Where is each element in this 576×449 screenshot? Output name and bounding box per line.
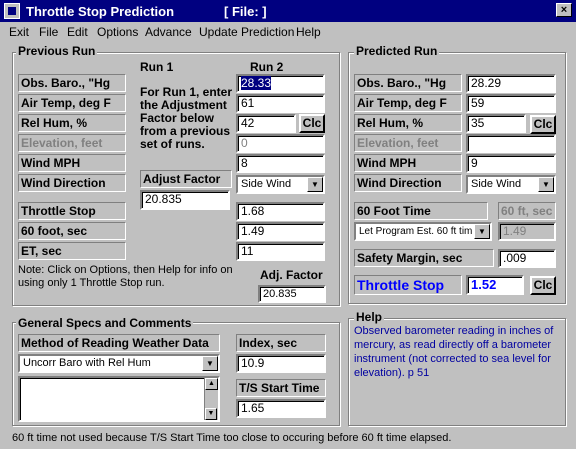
safety-margin-input[interactable]: .009: [498, 249, 556, 268]
comments-scrollbar[interactable]: ▲ ▼: [204, 378, 218, 420]
window-title: Throttle Stop Prediction: [26, 4, 175, 19]
run2-baro-value: 28.33: [241, 76, 272, 90]
run2-elevation-input[interactable]: 0: [236, 134, 325, 153]
pred-wind-direction-value: Side Wind: [471, 178, 522, 190]
menu-exit[interactable]: Exit: [9, 25, 29, 39]
pred-elevation-label: Elevation, feet: [354, 134, 462, 152]
method-value: Uncorr Baro with Rel Hum: [23, 357, 151, 369]
index-input[interactable]: 10.9: [236, 354, 326, 373]
pred-baro-label: Obs. Baro., "Hg: [354, 74, 462, 92]
prev-throttle-stop-label: Throttle Stop: [18, 202, 126, 220]
menu-bar: Exit File Edit Options Advance Update Pr…: [0, 22, 576, 42]
pred-baro-input[interactable]: 28.29: [466, 74, 556, 93]
prev-elevation-label: Elevation, feet: [18, 134, 126, 152]
sixty-ft-sec-input[interactable]: 1.49: [498, 222, 556, 241]
pred-wind-direction-label: Wind Direction: [354, 174, 462, 192]
prev-baro-label: Obs. Baro., "Hg: [18, 74, 126, 92]
menu-edit[interactable]: Edit: [67, 25, 88, 39]
ts-start-input[interactable]: 1.65: [236, 399, 326, 418]
run2-throttle-stop-input[interactable]: 1.68: [236, 202, 325, 221]
prev-wind-direction-label: Wind Direction: [18, 174, 126, 192]
status-text: 60 ft time not used because T/S Start Ti…: [12, 432, 452, 444]
method-label: Method of Reading Weather Data: [18, 334, 220, 352]
chevron-down-icon[interactable]: ▼: [474, 224, 490, 239]
menu-advance[interactable]: Advance: [145, 25, 192, 39]
menu-options[interactable]: Options: [97, 25, 138, 39]
help-title: Help: [354, 310, 385, 324]
run2-wind-mph-input[interactable]: 8: [236, 154, 325, 173]
help-text: Observed barometer reading in inches of …: [354, 325, 554, 379]
pred-wind-mph-input[interactable]: 9: [466, 154, 556, 173]
pred-wind-direction-select[interactable]: Side Wind ▼: [466, 175, 556, 194]
run2-et-input[interactable]: 11: [236, 242, 325, 261]
comments-textarea[interactable]: ▲ ▼: [18, 376, 220, 422]
method-select[interactable]: Uncorr Baro with Rel Hum ▼: [18, 354, 220, 373]
adj-factor-label: Adj. Factor: [260, 268, 323, 282]
menu-update-prediction[interactable]: Update Prediction: [199, 25, 294, 39]
close-button[interactable]: ×: [556, 3, 572, 17]
sixty-foot-mode-select[interactable]: Let Program Est. 60 ft tim ▼: [354, 222, 492, 241]
previous-run-note: Note: Click on Options, then Help for in…: [18, 264, 233, 289]
menu-help[interactable]: Help: [296, 25, 321, 39]
menu-file[interactable]: File: [39, 25, 58, 39]
adjust-factor-label: Adjust Factor: [140, 170, 232, 188]
pred-throttle-stop-output[interactable]: 1.52: [466, 275, 524, 295]
previous-run-title: Previous Run: [16, 44, 98, 58]
run2-wind-direction-select[interactable]: Side Wind ▼: [236, 175, 325, 194]
pred-wind-mph-label: Wind MPH: [354, 154, 462, 172]
prev-wind-mph-label: Wind MPH: [18, 154, 126, 172]
safety-margin-label: Safety Margin, sec: [354, 249, 494, 267]
run2-wind-direction-value: Side Wind: [241, 178, 292, 190]
prev-air-temp-label: Air Temp, deg F: [18, 94, 126, 112]
adjust-factor-input[interactable]: 20.835: [140, 190, 230, 210]
run2-clc-button[interactable]: Clc: [299, 114, 325, 133]
pred-elevation-input[interactable]: [466, 134, 556, 153]
pred-throttle-stop-label: Throttle Stop: [354, 275, 462, 295]
run2-sixty-foot-input[interactable]: 1.49: [236, 222, 325, 241]
pred-clc-button[interactable]: Clc: [530, 115, 556, 134]
sixty-ft-sec-label: 60 ft, sec: [498, 202, 556, 220]
pred-rel-hum-input[interactable]: 35: [466, 114, 526, 133]
run2-rel-hum-input[interactable]: 42: [236, 114, 296, 133]
app-icon[interactable]: [4, 3, 20, 19]
prev-et-label: ET, sec: [18, 242, 126, 260]
file-label: [ File: ]: [224, 4, 267, 19]
chevron-down-icon[interactable]: ▼: [538, 177, 554, 192]
pred-air-temp-input[interactable]: 59: [466, 94, 556, 113]
predicted-run-title: Predicted Run: [354, 44, 440, 58]
pred-air-temp-label: Air Temp, deg F: [354, 94, 462, 112]
run2-air-temp-input[interactable]: 61: [236, 94, 325, 113]
run2-header: Run 2: [250, 60, 284, 74]
run1-header: Run 1: [140, 60, 174, 74]
index-label: Index, sec: [236, 334, 326, 352]
pred-rel-hum-label: Rel Hum, %: [354, 114, 462, 132]
run2-baro-input[interactable]: 28.33: [236, 74, 325, 93]
scroll-up-icon[interactable]: ▲: [205, 378, 218, 390]
sixty-foot-mode-value: Let Program Est. 60 ft tim: [359, 226, 473, 237]
prev-sixty-foot-label: 60 foot, sec: [18, 222, 126, 240]
adj-factor-output[interactable]: 20.835: [258, 285, 326, 303]
chevron-down-icon[interactable]: ▼: [307, 177, 323, 192]
general-specs-title: General Specs and Comments: [16, 316, 194, 330]
ts-start-label: T/S Start Time: [236, 379, 326, 397]
sixty-foot-time-label: 60 Foot Time: [354, 202, 488, 220]
scroll-down-icon[interactable]: ▼: [205, 408, 217, 420]
prev-rel-hum-label: Rel Hum, %: [18, 114, 126, 132]
chevron-down-icon[interactable]: ▼: [202, 356, 218, 371]
title-bar: Throttle Stop Prediction [ File: ] ×: [0, 0, 576, 22]
run1-instructions: For Run 1, enter the Adjustment Factor b…: [140, 85, 233, 151]
pred-throttle-clc-button[interactable]: Clc: [530, 276, 556, 295]
